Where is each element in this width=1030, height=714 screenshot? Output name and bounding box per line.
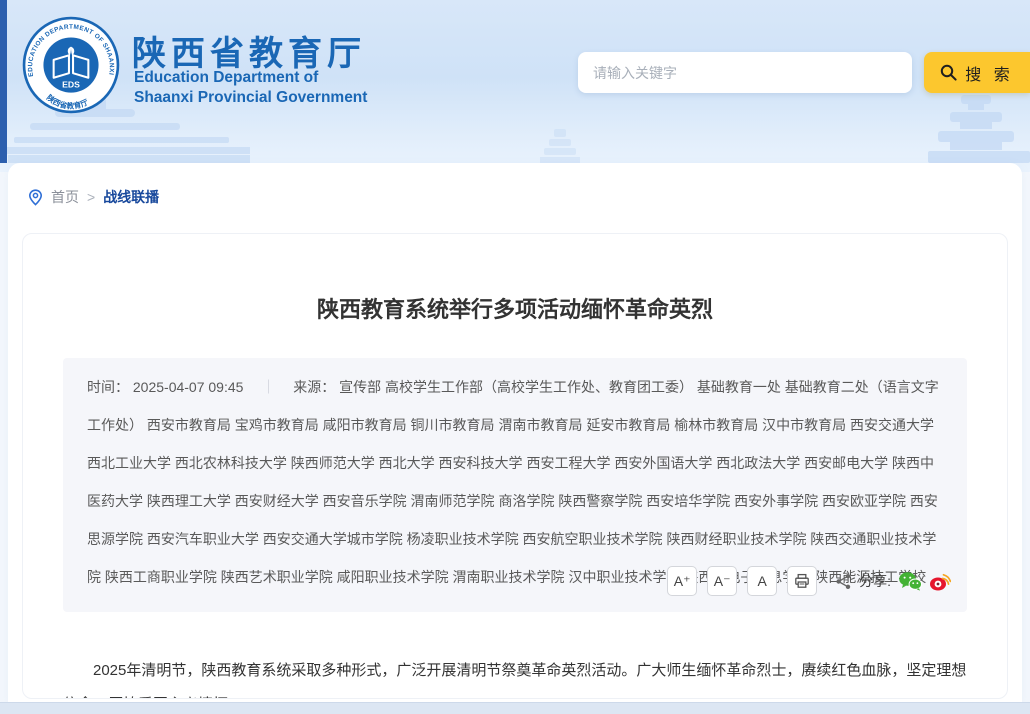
site-title-english: Education Department of Shaanxi Provinci… bbox=[134, 68, 367, 108]
site-logo[interactable]: EDUCATION DEPARTMENT OF SHAANXI 陕西省教育厅 E… bbox=[22, 16, 120, 114]
logo-center-text: EDS bbox=[62, 79, 80, 89]
search-icon bbox=[940, 64, 957, 81]
site-header: EDUCATION DEPARTMENT OF SHAANXI 陕西省教育厅 E… bbox=[0, 0, 1030, 172]
search-input[interactable] bbox=[578, 52, 912, 93]
meta-time-value: 2025-04-07 09:45 bbox=[133, 379, 244, 395]
pagoda-silhouette-right bbox=[920, 83, 1030, 163]
article-body-paragraph: 2025年清明节，陕西教育系统采取多种形式，广泛开展清明节祭奠革命英烈活动。广大… bbox=[63, 654, 967, 699]
share-nodes-icon bbox=[835, 573, 852, 590]
footer-strip bbox=[0, 702, 1030, 714]
site-title-english-line1: Education Department of bbox=[134, 68, 367, 88]
meta-divider: ｜ bbox=[261, 379, 275, 395]
site-title-english-line2: Shaanxi Provincial Government bbox=[134, 88, 367, 108]
print-icon bbox=[794, 573, 810, 589]
article-toolbar: A⁺ A⁻ A bbox=[667, 562, 951, 600]
meta-source-value: 宣传部 高校学生工作部（高校学生工作处、教育团工委） 基础教育一处 基础教育二处… bbox=[87, 379, 939, 585]
font-default-button[interactable]: A bbox=[747, 566, 777, 596]
font-increase-button[interactable]: A⁺ bbox=[667, 566, 697, 596]
wechat-share-icon[interactable] bbox=[898, 571, 922, 591]
breadcrumb-separator: > bbox=[87, 189, 95, 205]
weibo-share-icon[interactable] bbox=[929, 572, 951, 591]
article-card: 陕西教育系统举行多项活动缅怀革命英烈 时间： 2025-04-07 09:45 … bbox=[22, 233, 1008, 699]
search-button[interactable]: 搜 索 bbox=[924, 52, 1030, 93]
print-button[interactable] bbox=[787, 566, 817, 596]
breadcrumb: 首页 > 战线联播 bbox=[28, 187, 159, 207]
search-button-label: 搜 索 bbox=[965, 61, 1013, 85]
share-group: 分享: bbox=[835, 562, 951, 600]
font-decrease-button[interactable]: A⁻ bbox=[707, 566, 737, 596]
share-label: 分享: bbox=[859, 562, 891, 600]
breadcrumb-home-link[interactable]: 首页 bbox=[51, 187, 79, 207]
content-panel: 首页 > 战线联播 陕西教育系统举行多项活动缅怀革命英烈 时间： 2025-04… bbox=[8, 163, 1022, 702]
meta-source-label: 来源： bbox=[293, 379, 335, 395]
location-pin-icon bbox=[28, 189, 43, 206]
article-meta-box: 时间： 2025-04-07 09:45 ｜ 来源： 宣传部 高校学生工作部（高… bbox=[63, 358, 967, 612]
breadcrumb-current-link[interactable]: 战线联播 bbox=[103, 187, 159, 207]
font-default-label: A bbox=[757, 574, 766, 588]
meta-time-label: 时间： bbox=[87, 379, 129, 395]
tower-silhouette-middle bbox=[540, 129, 580, 163]
article-title: 陕西教育系统举行多项活动缅怀革命英烈 bbox=[63, 292, 967, 324]
left-edge-strip bbox=[0, 0, 7, 163]
font-decrease-label: A⁻ bbox=[714, 574, 731, 588]
font-increase-label: A⁺ bbox=[674, 574, 691, 588]
